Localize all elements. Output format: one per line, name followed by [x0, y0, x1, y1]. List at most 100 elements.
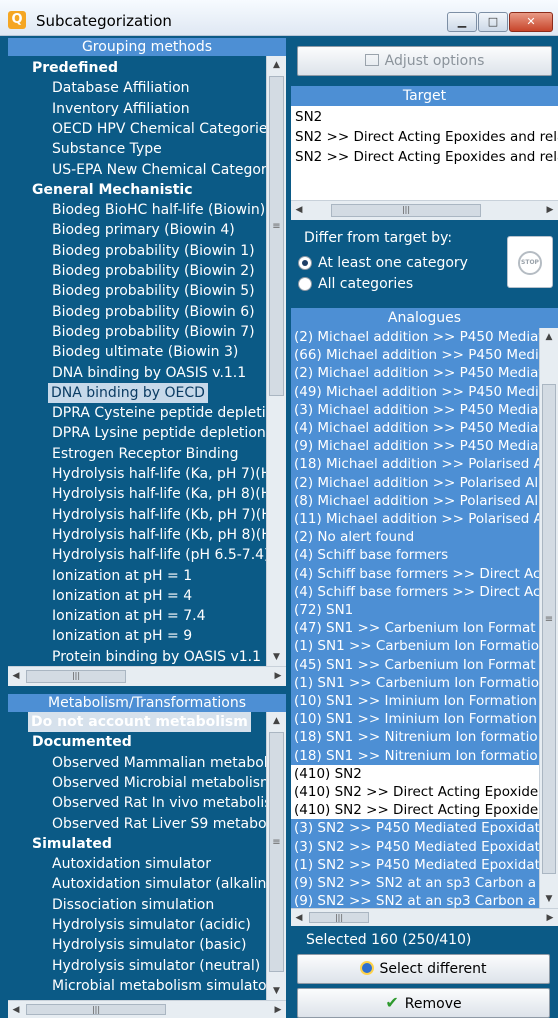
grouping-methods-tree[interactable]: Predefined Database Affiliation Inventory … — [8, 56, 266, 666]
tree-item[interactable]: Ionization at pH = 1 — [52, 566, 192, 586]
analogue-row[interactable]: (3) Michael addition >> P450 Mediat — [291, 400, 539, 419]
analogue-row[interactable]: (1) SN2 >> P450 Mediated Epoxidat — [291, 855, 539, 874]
target-row[interactable]: SN2 — [295, 108, 322, 127]
tree-item[interactable]: Hydrolysis half-life (Kb, pH 8)(Hy — [52, 525, 266, 545]
tree-item[interactable]: Observed Rat Liver S9 metabol — [52, 814, 266, 834]
analogue-row[interactable]: (10) SN1 >> Iminium Ion Formation — [291, 692, 539, 711]
close-button[interactable]: ✕ — [509, 12, 553, 32]
target-row[interactable]: SN2 >> Direct Acting Epoxides and rela — [295, 128, 558, 147]
tree-item[interactable]: Ionization at pH = 4 — [52, 586, 192, 606]
analogue-row[interactable]: (45) SN1 >> Carbenium Ion Format — [291, 655, 539, 674]
grouping-vertical-scrollbar[interactable]: ▲ ≡ ▼ — [266, 56, 286, 666]
scroll-up-arrow[interactable]: ▲ — [540, 328, 558, 346]
analogue-row[interactable]: (9) SN2 >> SN2 at an sp3 Carbon a — [291, 874, 539, 893]
analogues-vertical-scrollbar[interactable]: ▲ ≡ ▼ — [539, 328, 558, 908]
analogue-row[interactable]: (1) SN1 >> Carbenium Ion Formatio — [291, 673, 539, 692]
analogues-list[interactable]: (2) Michael addition >> P450 Mediat (66) … — [291, 328, 539, 908]
tree-item[interactable]: Dissociation simulation — [52, 895, 214, 915]
radio-all-categories[interactable] — [298, 277, 312, 291]
analogue-row[interactable]: (2) Michael addition >> P450 Mediat — [291, 364, 539, 383]
adjust-options-button[interactable]: Adjust options — [297, 46, 552, 76]
scroll-right-arrow[interactable]: ▶ — [542, 201, 558, 220]
tree-item[interactable]: Hydrolysis simulator (basic) — [52, 935, 247, 955]
scroll-down-arrow[interactable]: ▼ — [540, 890, 558, 908]
analogue-row[interactable]: (410) SN2 >> Direct Acting Epoxides — [291, 783, 539, 802]
tree-item[interactable]: Autoxidation simulator (alkaline m — [52, 874, 266, 894]
tree-item[interactable]: Biodeg probability (Biowin 5) — [52, 281, 255, 301]
scroll-thumb[interactable]: ||| — [26, 1004, 166, 1015]
scroll-down-arrow[interactable]: ▼ — [267, 648, 286, 666]
tree-category[interactable]: Simulated — [32, 834, 112, 854]
tree-item[interactable]: Hydrolysis half-life (Ka, pH 8)(Hy — [52, 484, 266, 504]
tree-item[interactable]: Hydrolysis half-life (pH 6.5-7.4) — [52, 545, 266, 565]
tree-item[interactable]: Hydrolysis simulator (neutral) — [52, 956, 260, 976]
tree-category[interactable]: Documented — [32, 732, 132, 752]
tree-item[interactable]: Ionization at pH = 9 — [52, 626, 192, 646]
target-row[interactable]: SN2 >> Direct Acting Epoxides and rela — [295, 148, 558, 167]
tree-item[interactable]: Biodeg BioHC half-life (Biowin) — [52, 200, 265, 220]
analogue-row[interactable]: (1) SN1 >> Carbenium Ion Formatio — [291, 637, 539, 656]
analogue-row[interactable]: (9) Michael addition >> P450 Mediat — [291, 437, 539, 456]
metabolism-tree[interactable]: Do not account metabolism Documented Obser… — [8, 712, 266, 1000]
tree-item-selected[interactable]: Do not account metabolism — [28, 712, 251, 732]
tree-item[interactable]: Biodeg probability (Biowin 7) — [52, 322, 255, 342]
scroll-left-arrow[interactable]: ◀ — [8, 1001, 24, 1018]
tree-category[interactable]: Predefined — [32, 58, 118, 78]
analogue-row[interactable]: (11) Michael addition >> Polarised Al — [291, 510, 539, 529]
analogue-row[interactable]: (8) Michael addition >> Polarised Alk — [291, 491, 539, 510]
radio-all-categories-label[interactable]: All categories — [318, 276, 413, 292]
tree-item[interactable]: Protein binding by OASIS v1.1 — [52, 647, 261, 666]
tree-item[interactable]: Hydrolysis simulator (acidic) — [52, 915, 251, 935]
stop-button[interactable]: STOP — [507, 236, 553, 288]
select-different-button[interactable]: Select different — [297, 954, 550, 984]
tree-item[interactable]: Hydrolysis half-life (Kb, pH 7)(Hy — [52, 505, 266, 525]
tree-item[interactable]: Biodeg probability (Biowin 6) — [52, 302, 255, 322]
tree-item[interactable]: Inventory Affiliation — [52, 99, 190, 119]
analogue-row[interactable]: (3) SN2 >> P450 Mediated Epoxidat — [291, 837, 539, 856]
scroll-thumb[interactable]: ≡ — [269, 76, 284, 396]
analogue-row[interactable]: (66) Michael addition >> P450 Media — [291, 346, 539, 365]
tree-item[interactable]: Biodeg ultimate (Biowin 3) — [52, 342, 238, 362]
tree-item[interactable]: Microbial metabolism simulator — [52, 976, 266, 996]
analogue-row[interactable]: (49) Michael addition >> P450 Media — [291, 382, 539, 401]
tree-item[interactable]: Autoxidation simulator — [52, 854, 211, 874]
scroll-up-arrow[interactable]: ▲ — [267, 712, 286, 730]
tree-item[interactable]: DPRA Lysine peptide depletion — [52, 423, 266, 443]
tree-item[interactable]: Substance Type — [52, 139, 162, 159]
analogue-row[interactable]: (410) SN2 — [291, 764, 539, 783]
analogue-row[interactable]: (2) Michael addition >> P450 Mediat — [291, 328, 539, 347]
scroll-thumb[interactable]: ≡ — [269, 732, 284, 972]
analogue-row[interactable]: (47) SN1 >> Carbenium Ion Format — [291, 619, 539, 638]
analogue-row[interactable]: (18) SN1 >> Nitrenium Ion formatio — [291, 728, 539, 747]
tree-item[interactable]: Biodeg probability (Biowin 2) — [52, 261, 255, 281]
scroll-up-arrow[interactable]: ▲ — [267, 56, 286, 74]
tree-item[interactable]: US-EPA New Chemical Categorie — [52, 160, 266, 180]
analogues-horizontal-scrollbar[interactable]: ◀ ||| ▶ — [291, 908, 558, 926]
scroll-left-arrow[interactable]: ◀ — [8, 667, 24, 686]
tree-item[interactable]: DNA binding by OASIS v.1.1 — [52, 363, 246, 383]
tree-item[interactable]: OECD HPV Chemical Categories — [52, 119, 266, 139]
scroll-right-arrow[interactable]: ▶ — [542, 909, 558, 926]
scroll-left-arrow[interactable]: ◀ — [291, 201, 307, 220]
tree-item[interactable]: Observed Rat In vivo metabolis — [52, 793, 266, 813]
tree-item[interactable]: Observed Microbial metabolism — [52, 773, 266, 793]
scroll-down-arrow[interactable]: ▼ — [267, 982, 286, 1000]
radio-at-least-one[interactable] — [298, 256, 312, 270]
target-list[interactable]: SN2 SN2 >> Direct Acting Epoxides and rel… — [291, 106, 558, 200]
scroll-thumb[interactable]: ||| — [26, 670, 126, 683]
tree-item[interactable]: Ionization at pH = 7.4 — [52, 606, 205, 626]
grouping-horizontal-scrollbar[interactable]: ◀ ||| ▶ — [8, 666, 286, 686]
scroll-left-arrow[interactable]: ◀ — [291, 909, 307, 926]
minimize-button[interactable]: ▁ — [447, 12, 477, 32]
radio-at-least-one-label[interactable]: At least one category — [318, 255, 468, 271]
scroll-thumb[interactable]: ||| — [331, 204, 481, 217]
metabolism-vertical-scrollbar[interactable]: ▲ ≡ ▼ — [266, 712, 286, 1000]
analogue-row[interactable]: (4) Schiff base formers >> Direct Ac — [291, 582, 539, 601]
analogue-row[interactable]: (4) Schiff base formers >> Direct Ac — [291, 564, 539, 583]
tree-item[interactable]: Biodeg primary (Biowin 4) — [52, 220, 235, 240]
analogue-row[interactable]: (2) No alert found — [291, 528, 539, 547]
analogue-row[interactable]: (2) Michael addition >> Polarised Alk — [291, 473, 539, 492]
scroll-thumb[interactable]: ≡ — [542, 384, 556, 874]
tree-item[interactable]: Estrogen Receptor Binding — [52, 444, 239, 464]
analogue-row[interactable]: (18) Michael addition >> Polarised A — [291, 455, 539, 474]
